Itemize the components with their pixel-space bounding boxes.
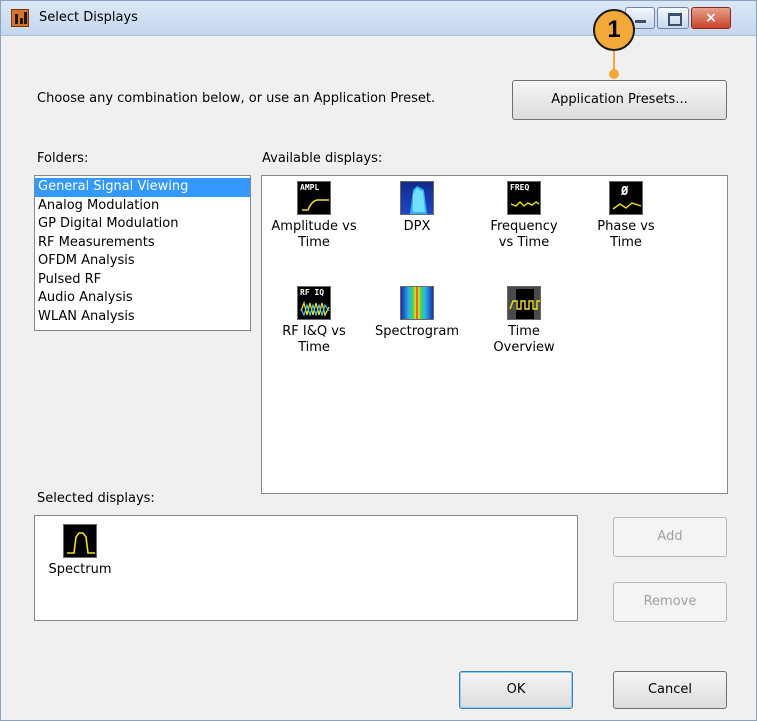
- folder-item[interactable]: Audio Analysis: [35, 289, 250, 308]
- available-displays-label: Available displays:: [262, 151, 383, 166]
- remove-button[interactable]: Remove: [613, 582, 727, 622]
- add-button[interactable]: Add: [613, 517, 727, 557]
- display-tile-label: Spectrum: [48, 562, 112, 577]
- selected-displays-label: Selected displays:: [37, 491, 155, 506]
- close-icon: ×: [705, 10, 717, 26]
- cancel-button[interactable]: Cancel: [613, 671, 727, 709]
- folder-item[interactable]: Analog Modulation: [35, 197, 250, 216]
- rf-iq-time-icon: RF IQ: [297, 286, 331, 320]
- display-tile-dpx[interactable]: DPX: [365, 181, 469, 235]
- time-overview-icon: [507, 286, 541, 320]
- close-button[interactable]: ×: [691, 7, 731, 29]
- maximize-button[interactable]: [657, 7, 689, 29]
- selected-tile-spectrum[interactable]: Spectrum: [35, 524, 125, 578]
- display-tile-label: Amplitude vs Time: [271, 219, 357, 250]
- dpx-icon: [400, 181, 434, 215]
- display-tile-label: RF I&Q vs Time: [282, 324, 346, 355]
- frequency-time-icon: FREQ: [507, 181, 541, 215]
- folder-item[interactable]: RF Measurements: [35, 234, 250, 253]
- ok-button[interactable]: OK: [459, 671, 573, 709]
- display-tile-frequency-vs-time[interactable]: FREQ Frequency vs Time: [472, 181, 576, 251]
- display-tile-label: Phase vs Time: [597, 219, 655, 250]
- folder-item[interactable]: Pulsed RF: [35, 271, 250, 290]
- available-displays-panel[interactable]: AMPL Amplitude vs Time DPX FREQ Frequenc…: [261, 175, 728, 494]
- instruction-text: Choose any combination below, or use an …: [37, 91, 436, 106]
- amplitude-time-icon: AMPL: [297, 181, 331, 215]
- maximize-icon: [668, 13, 682, 26]
- phase-time-icon: Ø: [609, 181, 643, 215]
- display-tile-label: Time Overview: [493, 324, 555, 355]
- display-tile-amplitude-vs-time[interactable]: AMPL Amplitude vs Time: [262, 181, 366, 251]
- window-title: Select Displays: [39, 10, 138, 25]
- spectrogram-icon: [400, 286, 434, 320]
- app-icon: [11, 9, 29, 27]
- application-presets-button[interactable]: Application Presets...: [512, 80, 727, 120]
- folder-item[interactable]: General Signal Viewing: [35, 178, 250, 197]
- folders-label: Folders:: [37, 151, 89, 166]
- folder-item[interactable]: WLAN Analysis: [35, 308, 250, 327]
- folder-item[interactable]: OFDM Analysis: [35, 252, 250, 271]
- callout-badge: 1: [593, 9, 635, 51]
- select-displays-dialog: Select Displays × 1 Choose any combinati…: [0, 0, 757, 721]
- spectrum-icon: [63, 524, 97, 558]
- display-tile-rf-iq-vs-time[interactable]: RF IQ RF I&Q vs Time: [262, 286, 366, 356]
- display-tile-time-overview[interactable]: Time Overview: [472, 286, 576, 356]
- minimize-icon: [635, 20, 646, 23]
- display-tile-phase-vs-time[interactable]: Ø Phase vs Time: [574, 181, 678, 251]
- display-tile-label: DPX: [403, 219, 431, 234]
- callout-pointer-dot: [609, 69, 619, 79]
- selected-displays-panel[interactable]: Spectrum: [34, 515, 578, 621]
- title-bar[interactable]: Select Displays ×: [1, 1, 756, 36]
- folder-item[interactable]: GP Digital Modulation: [35, 215, 250, 234]
- display-tile-label: Spectrogram: [375, 324, 459, 339]
- folders-list[interactable]: General Signal Viewing Analog Modulation…: [34, 175, 251, 331]
- display-tile-spectrogram[interactable]: Spectrogram: [365, 286, 469, 340]
- display-tile-label: Frequency vs Time: [490, 219, 558, 250]
